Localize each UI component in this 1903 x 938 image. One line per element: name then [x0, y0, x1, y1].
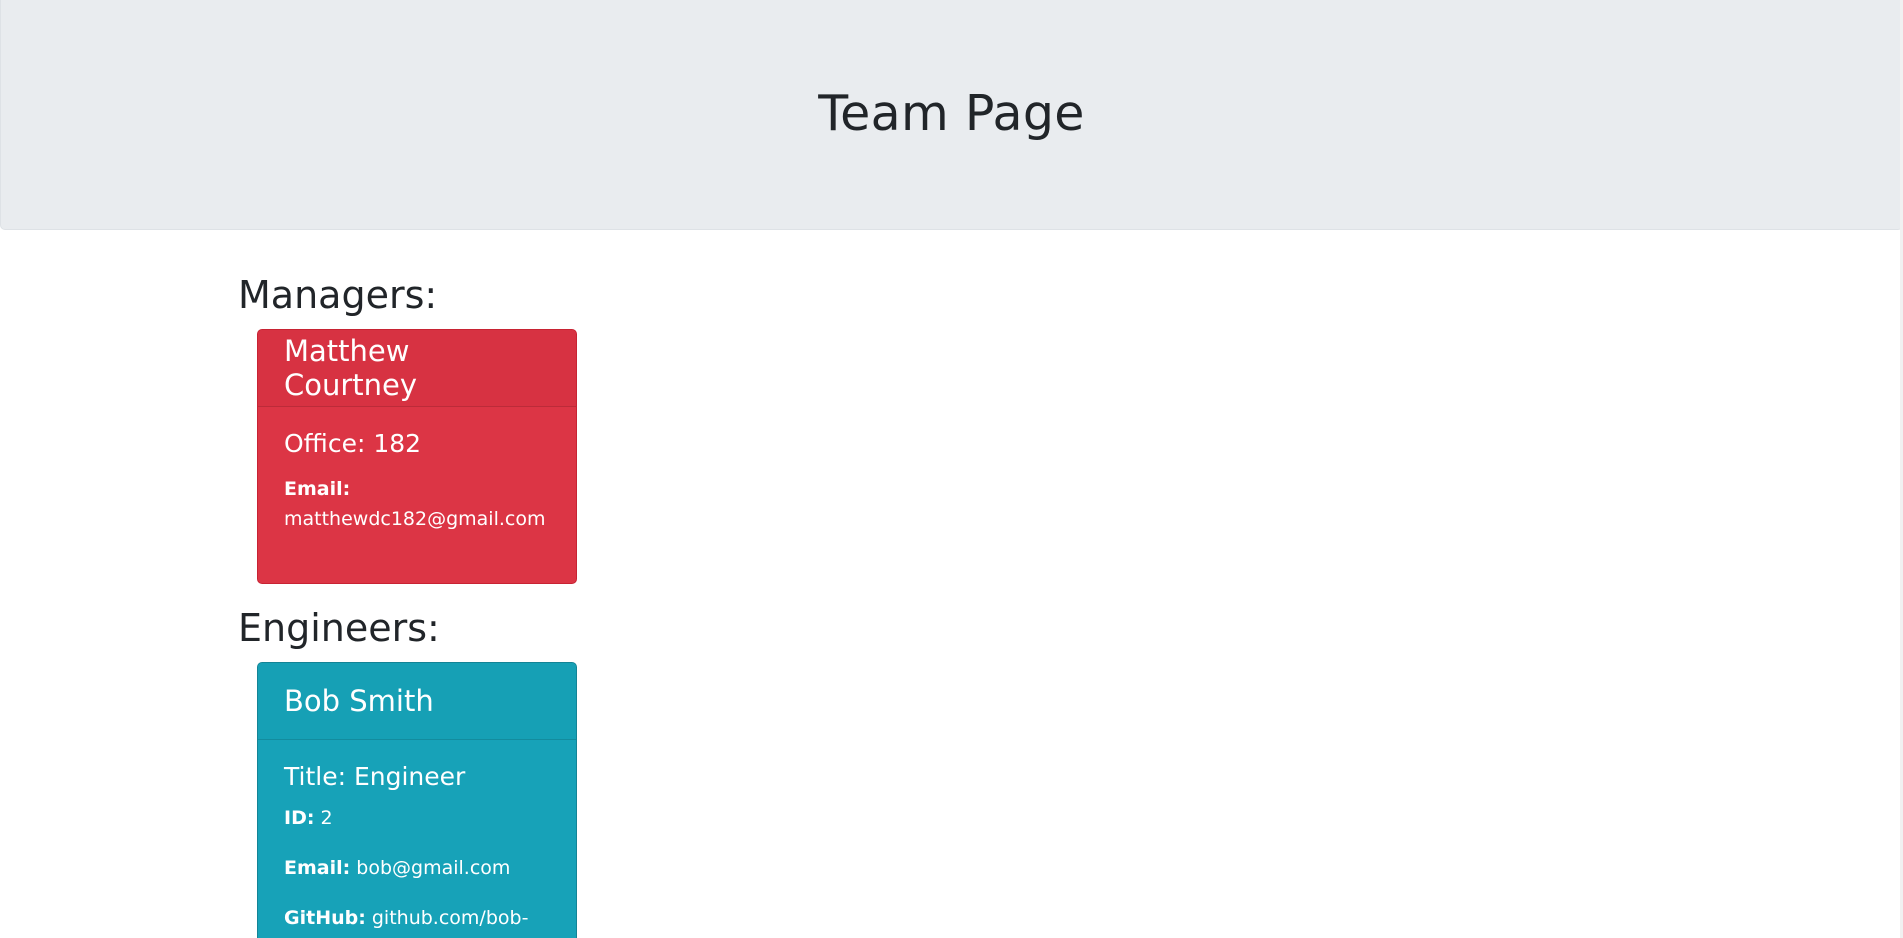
engineer-title: Title: Engineer	[284, 762, 466, 791]
manager-email-label: Email:	[284, 478, 351, 500]
page-title: Team Page	[818, 85, 1085, 142]
engineer-github-label: GitHub:	[284, 907, 366, 929]
manager-card-header: Matthew Courtney	[258, 330, 576, 407]
engineer-github: GitHub: github.com/bob-	[284, 903, 550, 933]
manager-email: Email: matthewdc182@gmail.com	[284, 474, 550, 534]
manager-card-body: Office: 182 Email: matthewdc182@gmail.co…	[258, 407, 576, 534]
engineer-github-link[interactable]: github.com/bob-	[372, 907, 529, 929]
engineers-heading: Engineers:	[238, 606, 440, 650]
page-header: Team Page	[0, 0, 1903, 230]
engineer-card-body: Title: Engineer ID: 2 Email: bob@gmail.c…	[258, 740, 576, 933]
engineer-email: Email: bob@gmail.com	[284, 853, 550, 883]
manager-card: Matthew Courtney Office: 182 Email: matt…	[257, 329, 577, 584]
engineer-card: Bob Smith Title: Engineer ID: 2 Email: b…	[257, 662, 577, 938]
manager-office: Office: 182	[284, 429, 422, 458]
manager-name: Matthew Courtney	[284, 334, 418, 402]
engineer-id: ID: 2	[284, 803, 550, 833]
page: Team Page Managers: Matthew Courtney Off…	[0, 0, 1903, 938]
engineer-id-value: 2	[320, 807, 333, 829]
manager-email-value: matthewdc182@gmail.com	[284, 508, 546, 530]
engineer-email-value[interactable]: bob@gmail.com	[356, 857, 510, 879]
engineer-card-header: Bob Smith	[258, 663, 576, 740]
engineer-email-label: Email:	[284, 857, 351, 879]
engineer-id-label: ID:	[284, 807, 315, 829]
engineer-name: Bob Smith	[284, 684, 434, 718]
managers-heading: Managers:	[238, 273, 438, 317]
